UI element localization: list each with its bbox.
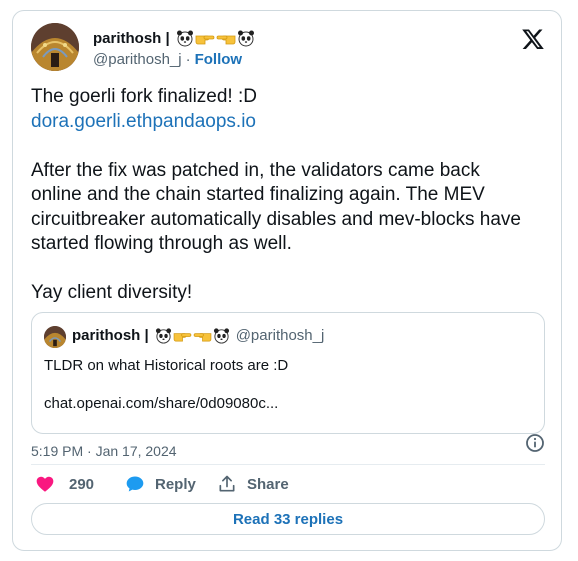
reply-label: Reply [155, 475, 196, 493]
tweet-line: circuitbreaker automatically disables an… [31, 208, 522, 230]
quoted-display-name: parithosh | [72, 327, 149, 344]
share-upload-icon [219, 475, 235, 492]
tweet-timestamp[interactable]: 5:19 PM · Jan 17, 2024 [31, 443, 177, 459]
panda-emoji-icon [155, 328, 171, 344]
pointing-left-emoji-icon [193, 333, 212, 342]
like-button[interactable]: 290 [35, 472, 94, 496]
reply-button[interactable]: Reply [125, 472, 196, 496]
tweet-link[interactable]: dora.goerli.ethpandaops.io [31, 110, 551, 135]
speech-bubble-icon [126, 476, 144, 492]
tweet-line: online and the chain started finalizing … [31, 184, 485, 205]
name-emojis [176, 29, 255, 47]
read-replies-label: Read 33 replies [232, 510, 344, 528]
heart-icon [36, 476, 54, 492]
info-icon[interactable] [525, 433, 545, 453]
quoted-text: TLDR on what Historical roots are :D [44, 357, 289, 374]
author-name-line: parithosh | [93, 29, 255, 47]
read-replies-button[interactable]: Read 33 replies [31, 503, 545, 535]
quoted-name-emojis [155, 327, 230, 344]
handle-separator: · [185, 51, 191, 68]
pointing-left-emoji-icon [216, 35, 236, 45]
pointing-right-emoji-icon [195, 35, 215, 45]
author-display-name[interactable]: parithosh | [93, 30, 170, 47]
action-bar: 290 Reply Share [31, 472, 545, 496]
quoted-link[interactable]: chat.openai.com/share/0d09080c... [44, 395, 278, 412]
x-logo-icon[interactable] [521, 27, 545, 51]
follow-button[interactable]: Follow [195, 51, 243, 68]
tweet-header: parithosh | @parithosh_j · Follow [31, 23, 545, 73]
pointing-right-emoji-icon [173, 333, 192, 342]
tweet-line: started flowing through as well. [31, 233, 292, 254]
panda-emoji-icon [237, 30, 254, 47]
quoted-author-avatar [44, 326, 66, 348]
divider [31, 464, 545, 465]
author-avatar[interactable] [31, 23, 79, 71]
tweet-line: Yay client diversity! [31, 282, 193, 303]
panda-emoji-icon [213, 328, 229, 344]
tweet-card: parithosh | @parithosh_j · Follow The go… [12, 10, 562, 551]
share-button[interactable]: Share [217, 472, 289, 496]
tweet-line: The goerli fork finalized! :D [31, 86, 257, 107]
quoted-tweet[interactable]: parithosh | @parithosh_j TLDR on what Hi… [31, 312, 545, 434]
author-handle[interactable]: @parithosh_j [93, 51, 182, 68]
tweet-line: After the fix was patched in, the valida… [31, 159, 480, 181]
quoted-handle: @parithosh_j [235, 327, 325, 344]
panda-emoji-icon [176, 30, 193, 47]
quoted-author-line: parithosh | @parithosh_j [72, 327, 324, 344]
share-label: Share [247, 475, 289, 493]
author-handle-line: @parithosh_j · Follow [93, 51, 242, 68]
tweet-text: The goerli fork finalized! :D dora.goerl… [31, 85, 551, 306]
like-count: 290 [69, 475, 95, 493]
